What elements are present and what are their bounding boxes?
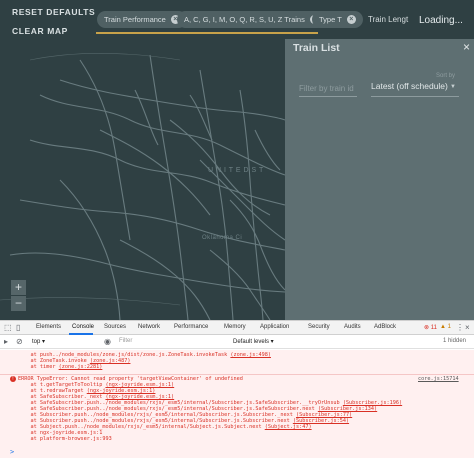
chip-remove-icon[interactable]: ×: [346, 15, 356, 24]
log-levels-select[interactable]: Default levels ▾: [233, 338, 274, 345]
devtools-tab-network[interactable]: Network: [138, 324, 160, 330]
devtools-tab-sources[interactable]: Sources: [104, 324, 126, 330]
train-id-search-input[interactable]: [299, 81, 357, 97]
reset-defaults-button[interactable]: RESET DEFAULTS: [12, 7, 95, 17]
devtools-tab-console[interactable]: Console: [72, 324, 94, 330]
device-toggle-icon[interactable]: ▯: [16, 323, 20, 332]
loading-indicator: Loading...: [419, 15, 463, 26]
error-count-badge[interactable]: ⊗ 11: [424, 324, 437, 331]
console-toolbar: ▸ ⊘ top ▾ ◉ Filter Default levels ▾ 1 hi…: [0, 335, 474, 349]
console-stack-line: at timer (zone.js:2281): [18, 364, 102, 370]
context-select[interactable]: top ▾: [32, 338, 45, 345]
more-options-icon[interactable]: ⋮: [456, 323, 464, 332]
devtools-tab-performance[interactable]: Performance: [174, 324, 208, 330]
chip-label: Train Performance: [104, 15, 166, 24]
source-link[interactable]: (zone.js:498): [230, 352, 271, 358]
console-filter-input[interactable]: Filter: [119, 338, 132, 344]
sort-select[interactable]: Latest (off schedule) ▼: [371, 81, 459, 97]
devtools-panel: ⬚ ▯ Elements Console Sources Network Perform…: [0, 320, 474, 458]
stack-text: at timer: [18, 364, 59, 370]
devtools-tab-memory[interactable]: Memory: [224, 324, 246, 330]
devtools-tabbar: ⬚ ▯ Elements Console Sources Network Perform…: [0, 321, 474, 335]
train-list-panel: Train List × Sort by Latest (off schedul…: [285, 39, 474, 320]
console-separator: [0, 374, 474, 375]
devtools-tab-adblock[interactable]: AdBlock: [374, 324, 396, 330]
chip-train-performance[interactable]: Train Performance ×: [97, 11, 187, 28]
error-source-link[interactable]: core.js:15714: [418, 376, 459, 382]
city-label: Oklahoma Ci: [202, 235, 243, 241]
hidden-count: 1 hidden: [442, 338, 466, 344]
country-label: U N I T E D S T: [208, 167, 264, 174]
devtools-tab-security[interactable]: Security: [308, 324, 330, 330]
close-icon[interactable]: ×: [463, 40, 470, 54]
map-app: U N I T E D S T Oklahoma Ci RESET DEFAUL…: [0, 0, 474, 320]
chip-label: Type T: [319, 15, 342, 24]
sort-label: Sort by: [435, 73, 455, 79]
chip-type[interactable]: Type T ×: [312, 11, 363, 28]
zoom-out-button[interactable]: −: [11, 296, 26, 311]
console-output: at push../node_modules/zone.js/dist/zone…: [0, 350, 474, 458]
warning-count-badge[interactable]: ▲ 1: [440, 324, 451, 330]
clear-map-button[interactable]: CLEAR MAP: [12, 26, 68, 36]
eye-icon[interactable]: ◉: [104, 337, 111, 346]
close-devtools-icon[interactable]: ×: [465, 323, 470, 332]
chip-active-underline: [96, 32, 318, 34]
devtools-tab-audits[interactable]: Audits: [344, 324, 361, 330]
clear-console-icon[interactable]: ⊘: [16, 337, 23, 346]
train-length-filter[interactable]: Train Lengt: [368, 15, 408, 24]
inspect-icon[interactable]: ⬚: [4, 323, 12, 332]
console-sidebar-icon[interactable]: ▸: [4, 337, 8, 346]
devtools-tab-application[interactable]: Application: [260, 324, 289, 330]
chip-label: A, C, G, I, M, O, Q, R, S, U, Z Trains: [184, 15, 305, 24]
chevron-down-icon: ▼: [450, 84, 456, 90]
console-prompt[interactable]: >: [10, 448, 14, 456]
stack-text: at platform-browser.js:993: [18, 436, 112, 442]
zoom-in-button[interactable]: +: [11, 280, 26, 295]
source-link[interactable]: (zone.js:2281): [59, 364, 103, 370]
chip-train-lines[interactable]: A, C, G, I, M, O, Q, R, S, U, Z Trains ×: [177, 11, 326, 28]
console-stack-line: at platform-browser.js:993: [18, 436, 112, 442]
devtools-tab-elements[interactable]: Elements: [36, 324, 61, 330]
panel-title: Train List: [293, 42, 340, 54]
error-icon: !: [10, 376, 16, 382]
source-link[interactable]: (Subject.js:47): [265, 424, 312, 430]
sort-value: Latest (off schedule): [371, 81, 448, 91]
